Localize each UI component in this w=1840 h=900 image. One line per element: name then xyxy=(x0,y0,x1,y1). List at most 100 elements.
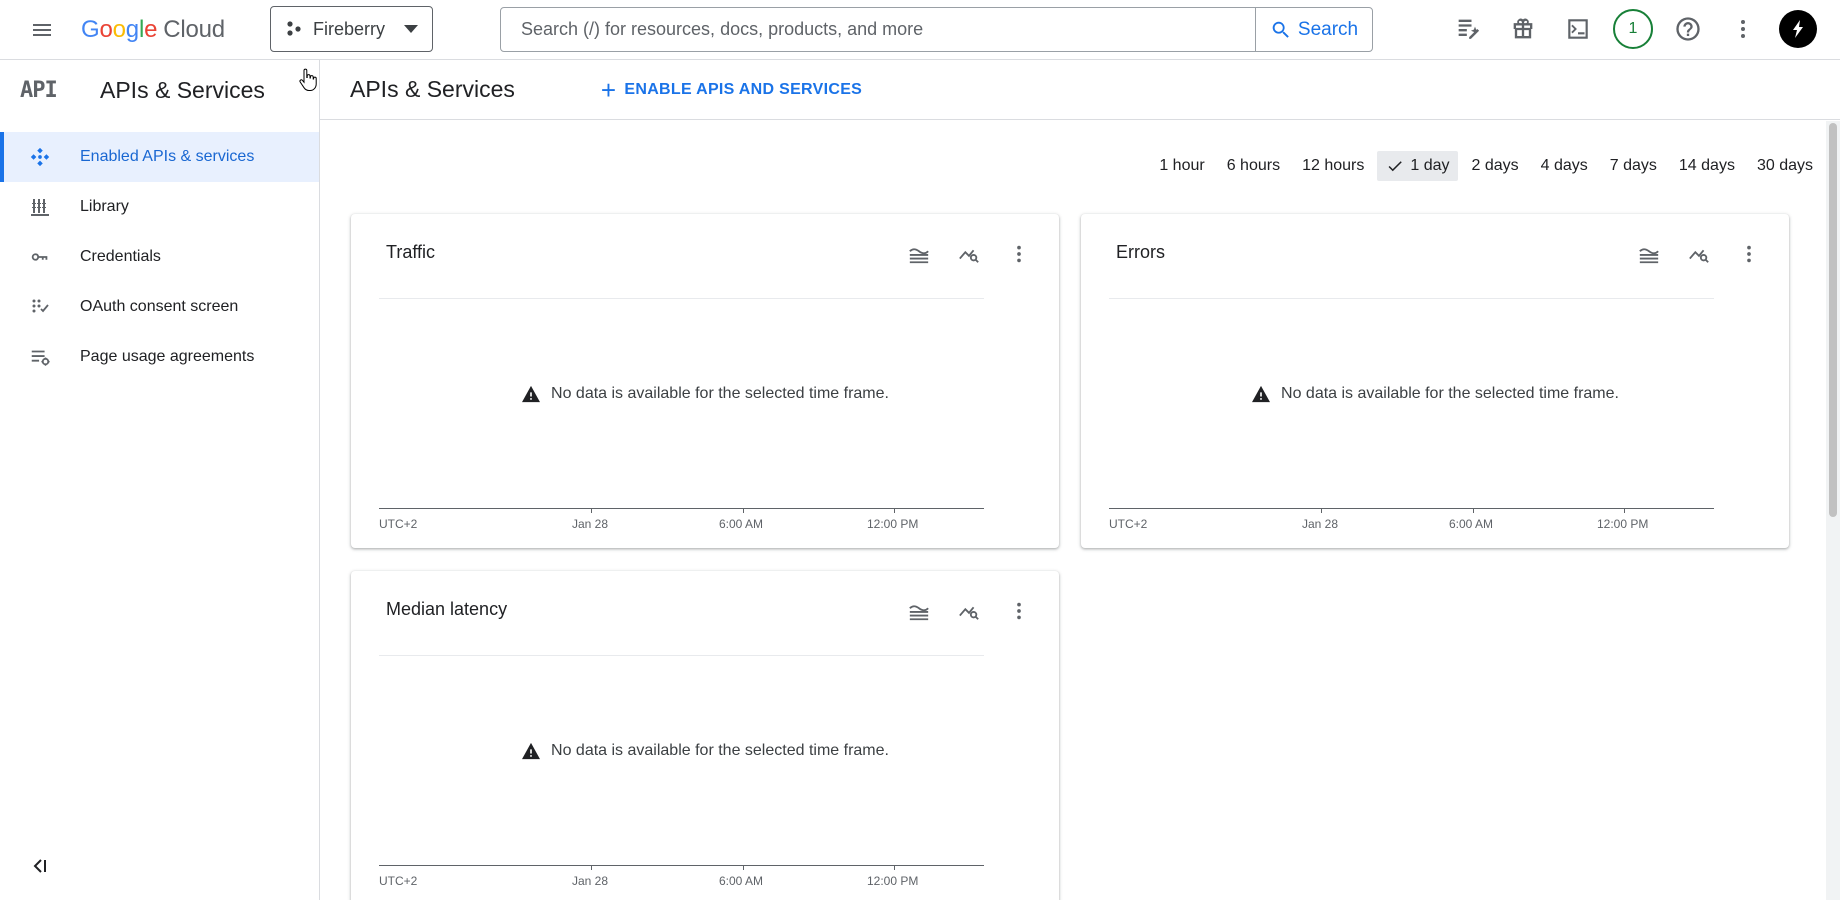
card-more-button[interactable] xyxy=(999,234,1039,274)
legend-icon xyxy=(909,248,929,264)
avatar-logo-icon xyxy=(1793,20,1803,38)
project-picker[interactable]: Fireberry xyxy=(270,6,433,52)
logo-cloud-text: Cloud xyxy=(163,16,225,43)
errors-chart-card: Errors No data is available for the sele… xyxy=(1081,214,1789,548)
content-scrollbar[interactable] xyxy=(1826,121,1840,900)
timeframe-label: 14 days xyxy=(1678,157,1735,174)
api-logo-icon: API xyxy=(20,77,58,103)
x-tick xyxy=(1321,508,1322,513)
x-tick-label: 6:00 AM xyxy=(1449,517,1494,531)
timeframe-label: 1 day xyxy=(1410,157,1450,174)
timeframe-1-day[interactable]: 1 day xyxy=(1377,151,1459,181)
sidebar-item-label: Library xyxy=(80,198,129,215)
library-icon xyxy=(28,195,52,219)
cloud-shell-button[interactable] xyxy=(1558,8,1598,50)
legend-toggle-button[interactable] xyxy=(1629,234,1669,274)
more-vert-icon xyxy=(1017,602,1021,620)
x-tick-label: Jan 28 xyxy=(1302,517,1339,531)
sidebar: API APIs & Services Enabled APIs & servi… xyxy=(0,60,320,900)
sidebar-item-library[interactable]: Library xyxy=(0,182,319,232)
x-tick-label: UTC+2 xyxy=(379,517,418,531)
help-button[interactable] xyxy=(1668,8,1708,50)
x-tick xyxy=(1624,508,1625,513)
traffic-chart-card: Traffic No data is available for the sel… xyxy=(351,214,1059,548)
gemini-notes-button[interactable] xyxy=(1448,8,1488,50)
more-options-button[interactable] xyxy=(1723,8,1763,50)
logo-letter: g xyxy=(125,16,139,43)
card-more-button[interactable] xyxy=(1729,234,1769,274)
account-button[interactable] xyxy=(1778,8,1818,50)
scrollbar-thumb[interactable] xyxy=(1829,123,1837,517)
search-button[interactable]: Search xyxy=(1255,8,1372,51)
search-button-label: Search xyxy=(1297,18,1359,40)
card-divider xyxy=(379,655,984,656)
warning-icon xyxy=(522,742,541,760)
hamburger-icon xyxy=(33,24,51,36)
timeframe-4-days[interactable]: 4 days xyxy=(1532,151,1597,181)
timeframe-12-hours[interactable]: 12 hours xyxy=(1293,151,1373,181)
avatar xyxy=(1779,10,1817,48)
x-tick xyxy=(894,865,895,870)
card-more-button[interactable] xyxy=(999,591,1039,631)
google-cloud-logo[interactable]: Go o g l e Cloud xyxy=(81,14,225,46)
card-actions xyxy=(1629,234,1769,274)
sidebar-item-label: Credentials xyxy=(80,248,161,265)
enable-apis-label: ENABLE APIS AND SERVICES xyxy=(624,80,863,98)
settings-list-icon xyxy=(28,345,52,369)
timeframe-2-days[interactable]: 2 days xyxy=(1462,151,1527,181)
timeframe-1-hour[interactable]: 1 hour xyxy=(1150,151,1213,181)
dropdown-arrow-icon xyxy=(404,25,418,33)
check-icon xyxy=(1388,161,1403,172)
sidebar-item-page-usage[interactable]: Page usage agreements xyxy=(0,332,319,382)
timeframe-30-days[interactable]: 30 days xyxy=(1748,151,1822,181)
no-data-text: No data is available for the selected ti… xyxy=(551,385,889,402)
x-tick xyxy=(1473,508,1474,513)
notification-count-badge: 1 xyxy=(1613,9,1653,49)
card-actions xyxy=(899,591,1039,631)
main-menu-button[interactable] xyxy=(22,13,62,47)
collapse-sidebar-button[interactable] xyxy=(26,854,54,878)
explore-query-button[interactable] xyxy=(949,591,989,631)
sidebar-item-credentials[interactable]: Credentials xyxy=(0,232,319,282)
enable-apis-button[interactable]: + ENABLE APIS AND SERVICES xyxy=(593,72,870,108)
top-right-actions: 1 xyxy=(1448,8,1818,50)
card-divider xyxy=(1109,298,1714,299)
explore-query-button[interactable] xyxy=(1679,234,1719,274)
legend-icon xyxy=(1639,248,1659,264)
x-tick-label: 12:00 PM xyxy=(867,517,919,531)
sidebar-item-label: Enabled APIs & services xyxy=(80,148,255,165)
warning-icon xyxy=(1252,385,1271,403)
x-tick-label: UTC+2 xyxy=(379,874,418,888)
more-vert-icon xyxy=(1741,20,1745,38)
sidebar-item-enabled-apis[interactable]: Enabled APIs & services xyxy=(0,132,319,182)
timeframe-14-days[interactable]: 14 days xyxy=(1670,151,1744,181)
search-icon xyxy=(1272,21,1289,38)
timeframe-label: 30 days xyxy=(1756,157,1813,174)
card-divider xyxy=(379,298,984,299)
card-title: Median latency xyxy=(386,599,508,619)
legend-toggle-button[interactable] xyxy=(899,591,939,631)
more-vert-icon xyxy=(1017,245,1021,263)
warning-icon xyxy=(522,385,541,403)
dashboard-content: 1 hour 6 hours 12 hours 1 day 2 days 4 d… xyxy=(320,121,1826,900)
no-data-text: No data is available for the selected ti… xyxy=(551,742,889,759)
gift-button[interactable] xyxy=(1503,8,1543,50)
sidebar-header: API APIs & Services xyxy=(0,60,319,120)
x-tick xyxy=(591,865,592,870)
search-input[interactable] xyxy=(501,8,1255,51)
timeframe-selector: 1 hour 6 hours 12 hours 1 day 2 days 4 d… xyxy=(1150,151,1822,181)
x-tick xyxy=(743,865,744,870)
top-app-bar: GoogleCloud Fireberry Search 1 xyxy=(0,0,1840,60)
logo-letter: e xyxy=(144,16,158,43)
legend-toggle-button[interactable] xyxy=(899,234,939,274)
logo-letter: o xyxy=(99,16,113,43)
x-tick-label: 6:00 AM xyxy=(719,874,764,888)
x-tick xyxy=(894,508,895,513)
timeframe-7-days[interactable]: 7 days xyxy=(1601,151,1666,181)
timeframe-6-hours[interactable]: 6 hours xyxy=(1218,151,1289,181)
key-icon xyxy=(28,245,52,269)
enabled-apis-icon xyxy=(28,145,52,169)
notifications-button[interactable]: 1 xyxy=(1613,8,1653,50)
explore-query-button[interactable] xyxy=(949,234,989,274)
sidebar-item-oauth-consent[interactable]: OAuth consent screen xyxy=(0,282,319,332)
